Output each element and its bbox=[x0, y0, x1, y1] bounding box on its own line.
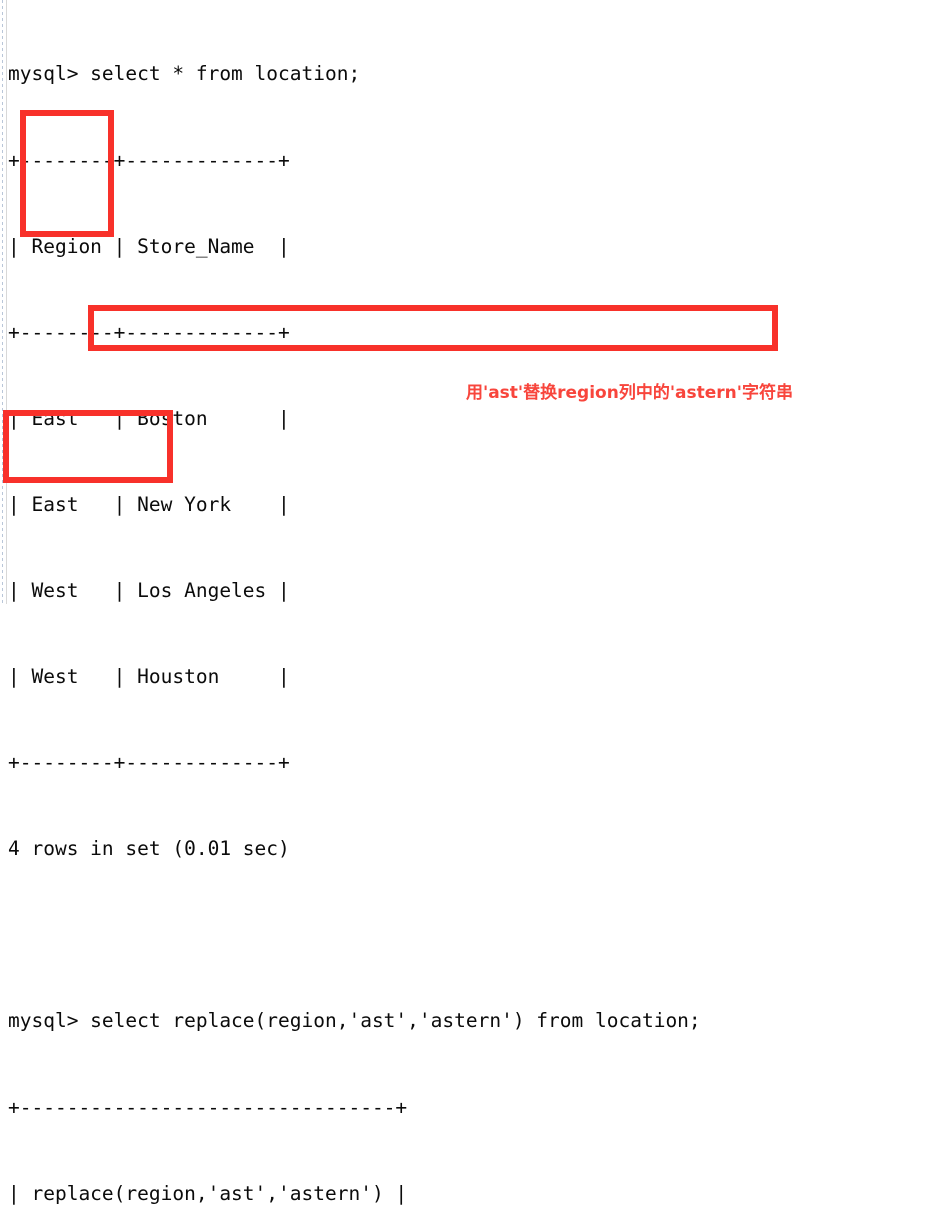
console-line-rule-top-1: +--------+-------------+ bbox=[8, 148, 290, 172]
console-line-rule-mid-1: +--------+-------------+ bbox=[8, 320, 290, 344]
document-left-edge bbox=[0, 0, 7, 604]
console-line-blank bbox=[8, 921, 946, 950]
terminal-screenshot: mysql> select * from location; +--------… bbox=[0, 0, 946, 1205]
console-line-rule-top-2: +--------------------------------+ bbox=[8, 1095, 408, 1119]
table-row: | West | Houston | bbox=[8, 665, 290, 689]
annotation-note-text: 用'ast'替换region列中的'astern'字符串 bbox=[466, 383, 793, 403]
table-row: | East | New York | bbox=[8, 492, 290, 516]
mysql-console-output[interactable]: mysql> select * from location; +--------… bbox=[8, 0, 946, 1204]
console-line-header-1: | Region | Store_Name | bbox=[8, 234, 290, 258]
console-line-query-1: mysql> select * from location; bbox=[8, 62, 361, 86]
console-line-rule-bot-1: +--------+-------------+ bbox=[8, 751, 290, 775]
console-line-status-1: 4 rows in set (0.01 sec) bbox=[8, 837, 290, 861]
table-row: | East | Boston | bbox=[8, 406, 290, 430]
console-line-query-2: mysql> select replace(region,'ast','aste… bbox=[8, 1009, 701, 1033]
console-line-header-2: | replace(region,'ast','astern') | bbox=[8, 1181, 408, 1205]
table-row: | West | Los Angeles | bbox=[8, 578, 290, 602]
